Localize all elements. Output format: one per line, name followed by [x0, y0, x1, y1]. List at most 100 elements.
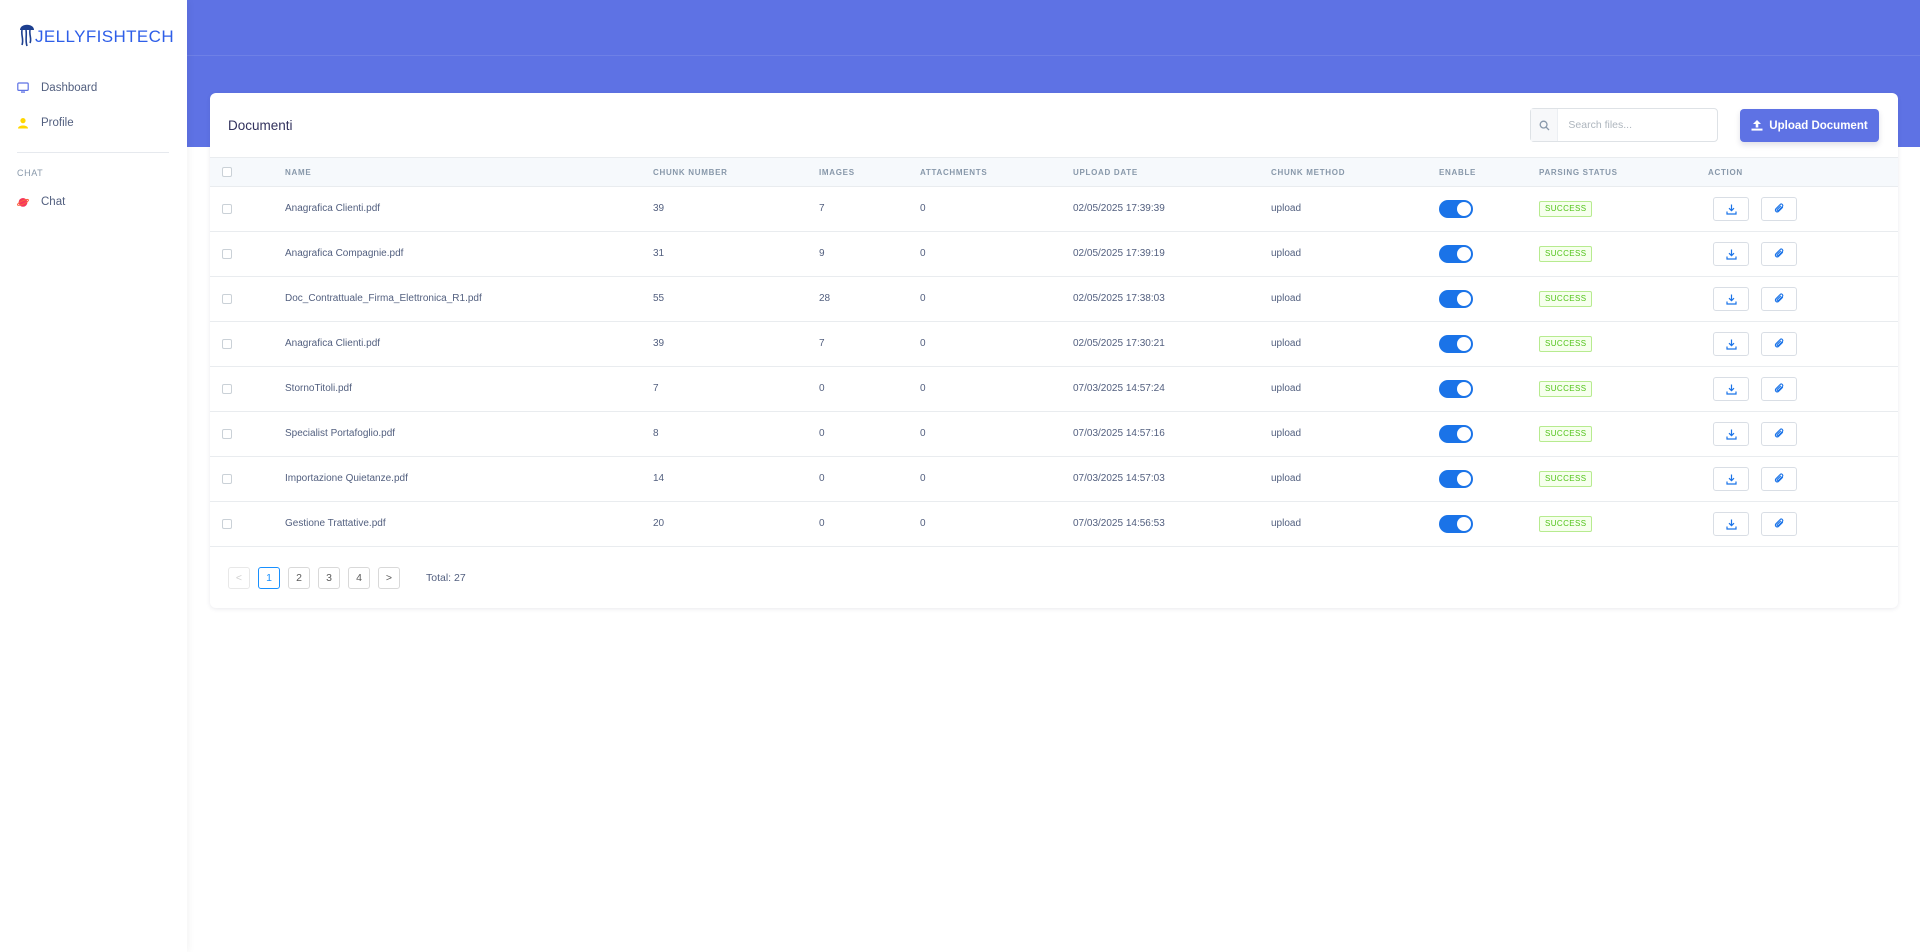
row-checkbox[interactable] [222, 294, 232, 304]
attachment-button[interactable] [1761, 242, 1797, 266]
search-box [1530, 108, 1718, 142]
select-all-checkbox[interactable] [222, 167, 232, 177]
pagination-next[interactable]: > [378, 567, 400, 589]
column-header-action: ACTION [1708, 168, 1743, 177]
toggle-knob [1457, 517, 1471, 531]
toggle-knob [1457, 202, 1471, 216]
column-header-parsing-status[interactable]: PARSING STATUS [1539, 168, 1618, 177]
enable-toggle[interactable] [1439, 335, 1473, 353]
table-row: Gestione Trattative.pdf 20 0 0 07/03/2025 14… [210, 502, 1898, 547]
download-button[interactable] [1713, 467, 1749, 491]
attachment-button[interactable] [1761, 197, 1797, 221]
pagination-prev[interactable]: < [228, 567, 250, 589]
download-button[interactable] [1713, 197, 1749, 221]
status-badge: SUCCESS [1539, 336, 1593, 352]
download-icon [1725, 429, 1737, 440]
paperclip-icon [1774, 428, 1783, 438]
cell-upload-date: 02/05/2025 17:30:21 [1073, 338, 1165, 349]
sidebar-item-dashboard[interactable]: Dashboard [17, 82, 97, 94]
search-icon [1531, 109, 1559, 141]
monitor-icon [17, 82, 29, 93]
column-header-enable[interactable]: ENABLE [1439, 168, 1476, 177]
pagination-page-3[interactable]: 3 [318, 567, 340, 589]
search-input[interactable] [1558, 118, 1717, 132]
cell-attachments: 0 [920, 518, 926, 529]
sidebar-item-chat[interactable]: Chat [17, 196, 65, 208]
attachment-button[interactable] [1761, 467, 1797, 491]
download-button[interactable] [1713, 287, 1749, 311]
attachment-button[interactable] [1761, 332, 1797, 356]
cell-images: 7 [819, 338, 825, 349]
attachment-button[interactable] [1761, 377, 1797, 401]
table-row: Specialist Portafoglio.pdf 8 0 0 07/03/2025 … [210, 412, 1898, 457]
column-header-chunk-number[interactable]: CHUNK NUMBER [653, 168, 728, 177]
download-icon [1725, 204, 1737, 215]
enable-toggle[interactable] [1439, 290, 1473, 308]
sidebar-section-heading: CHAT [17, 168, 44, 178]
column-header-upload-date[interactable]: UPLOAD DATE [1073, 168, 1138, 177]
pagination-page-2[interactable]: 2 [288, 567, 310, 589]
status-badge: SUCCESS [1539, 246, 1593, 262]
upload-button-label: Upload Document [1769, 119, 1868, 132]
download-button[interactable] [1713, 332, 1749, 356]
cell-images: 0 [819, 473, 825, 484]
download-icon [1725, 294, 1737, 305]
cell-chunk-method: upload [1271, 203, 1302, 214]
table-header: NAME CHUNK NUMBER IMAGES ATTACHMENTS UPL… [210, 157, 1898, 187]
cell-attachments: 0 [920, 473, 926, 484]
documents-card: Documenti Upload Document NAME CHUNK NUM… [210, 93, 1898, 608]
status-badge: SUCCESS [1539, 201, 1593, 217]
attachment-button[interactable] [1761, 287, 1797, 311]
cell-images: 0 [819, 383, 825, 394]
column-header-name[interactable]: NAME [285, 168, 311, 177]
sidebar-item-profile[interactable]: Profile [17, 117, 74, 129]
toggle-knob [1457, 337, 1471, 351]
column-header-images[interactable]: IMAGES [819, 168, 855, 177]
upload-document-button[interactable]: Upload Document [1740, 109, 1879, 142]
enable-toggle[interactable] [1439, 380, 1473, 398]
cell-name: Importazione Quietanze.pdf [285, 473, 408, 484]
row-checkbox[interactable] [222, 384, 232, 394]
enable-toggle[interactable] [1439, 200, 1473, 218]
pagination-page-1[interactable]: 1 [258, 567, 280, 589]
enable-toggle[interactable] [1439, 425, 1473, 443]
cell-attachments: 0 [920, 338, 926, 349]
cell-chunk-method: upload [1271, 248, 1302, 259]
sidebar-item-label: Profile [41, 117, 74, 129]
column-header-attachments[interactable]: ATTACHMENTS [920, 168, 987, 177]
table-row: Importazione Quietanze.pdf 14 0 0 07/03/2025… [210, 457, 1898, 502]
cell-attachments: 0 [920, 383, 926, 394]
row-checkbox[interactable] [222, 249, 232, 259]
download-icon [1725, 384, 1737, 395]
cell-name: StornoTitoli.pdf [285, 383, 352, 394]
paperclip-icon [1774, 203, 1783, 213]
download-button[interactable] [1713, 512, 1749, 536]
enable-toggle[interactable] [1439, 515, 1473, 533]
row-checkbox[interactable] [222, 519, 232, 529]
cell-name: Doc_Contrattuale_Firma_Elettronica_R1.pd… [285, 293, 482, 304]
brand-logo[interactable]: JELLYFISHTECH [17, 18, 174, 50]
row-checkbox[interactable] [222, 429, 232, 439]
cell-upload-date: 07/03/2025 14:57:16 [1073, 428, 1165, 439]
upload-icon [1751, 120, 1763, 131]
enable-toggle[interactable] [1439, 470, 1473, 488]
column-header-chunk-method[interactable]: CHUNK METHOD [1271, 168, 1345, 177]
download-button[interactable] [1713, 242, 1749, 266]
status-badge: SUCCESS [1539, 381, 1593, 397]
paperclip-icon [1774, 338, 1783, 348]
cell-images: 0 [819, 518, 825, 529]
cell-chunk-number: 39 [653, 338, 665, 349]
attachment-button[interactable] [1761, 422, 1797, 446]
pagination-page-4[interactable]: 4 [348, 567, 370, 589]
row-checkbox[interactable] [222, 474, 232, 484]
attachment-button[interactable] [1761, 512, 1797, 536]
enable-toggle[interactable] [1439, 245, 1473, 263]
row-checkbox[interactable] [222, 339, 232, 349]
row-checkbox[interactable] [222, 204, 232, 214]
cell-attachments: 0 [920, 293, 926, 304]
status-badge: SUCCESS [1539, 471, 1593, 487]
toggle-knob [1457, 292, 1471, 306]
download-button[interactable] [1713, 422, 1749, 446]
download-button[interactable] [1713, 377, 1749, 401]
paperclip-icon [1774, 383, 1783, 393]
